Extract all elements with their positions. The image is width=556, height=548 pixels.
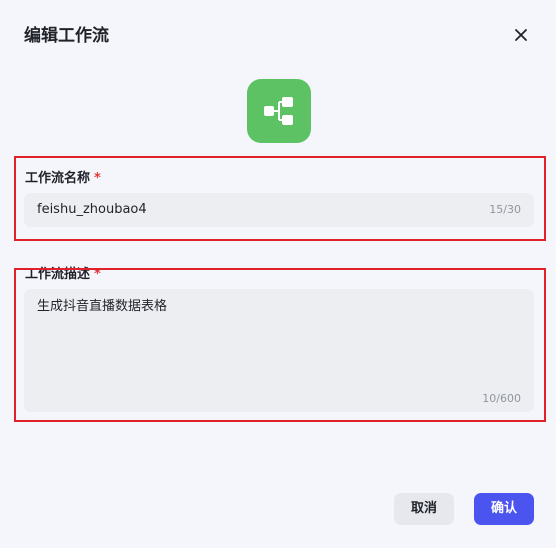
workflow-description-textarea[interactable]: 生成抖音直播数据表格 10/600 [24, 289, 534, 412]
close-button[interactable] [510, 24, 532, 46]
description-label-text: 工作流描述 [25, 267, 91, 282]
cancel-button[interactable]: 取消 [394, 493, 454, 525]
dialog-title: 编辑工作流 [24, 26, 109, 46]
workflow-branch-icon [264, 97, 293, 125]
description-field-label: 工作流描述 * [25, 266, 101, 284]
edit-workflow-dialog: 编辑工作流 工作流名称 * feishu_zhoubao4 15/30 工作流描述… [0, 0, 556, 548]
close-icon [515, 29, 527, 41]
description-char-counter: 10/600 [482, 392, 521, 405]
name-field-label: 工作流名称 * [25, 170, 101, 188]
workflow-name-input[interactable]: feishu_zhoubao4 15/30 [24, 193, 534, 227]
workflow-name-value: feishu_zhoubao4 [37, 202, 147, 217]
name-label-text: 工作流名称 [25, 171, 91, 186]
confirm-button[interactable]: 确认 [474, 493, 534, 525]
description-required-mark: * [94, 267, 101, 282]
workflow-description-value: 生成抖音直播数据表格 [37, 299, 168, 314]
workflow-icon-tile[interactable] [247, 79, 311, 143]
name-char-counter: 15/30 [489, 203, 521, 216]
name-required-mark: * [94, 171, 101, 186]
